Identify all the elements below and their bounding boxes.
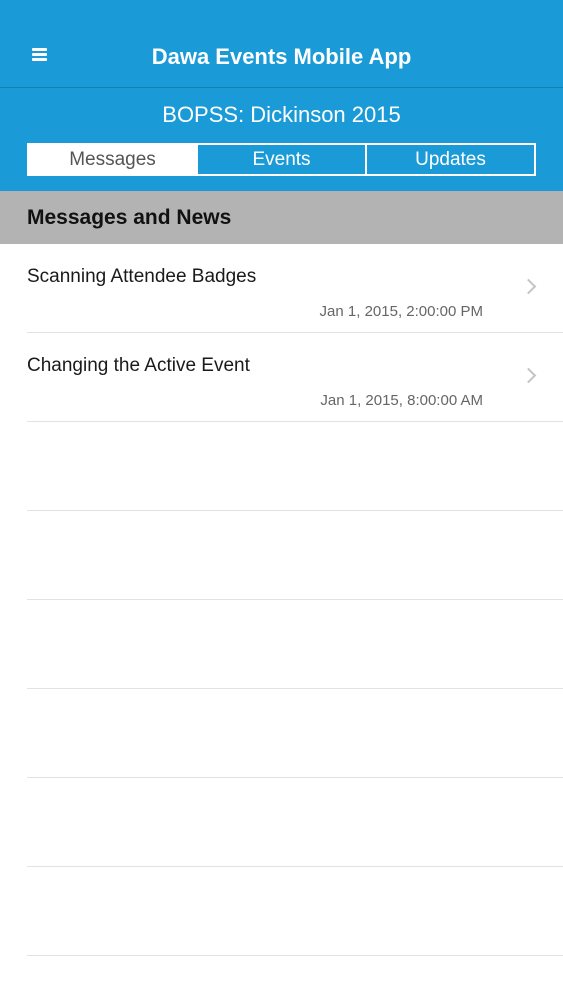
- app-title: Dawa Events Mobile App: [151, 44, 412, 69]
- chevron-right-icon: [520, 367, 537, 384]
- section-header: Messages and News: [0, 191, 563, 244]
- message-date: Jan 1, 2015, 8:00:00 AM: [320, 392, 483, 409]
- empty-row: [27, 689, 563, 778]
- empty-row: [27, 422, 563, 511]
- message-list: Scanning Attendee Badges Jan 1, 2015, 2:…: [0, 244, 563, 956]
- empty-row: [27, 600, 563, 689]
- message-title: Scanning Attendee Badges: [27, 266, 257, 287]
- empty-row: [27, 511, 563, 600]
- empty-row: [27, 778, 563, 867]
- chevron-right-icon: [520, 278, 537, 295]
- message-date: Jan 1, 2015, 2:00:00 PM: [319, 303, 483, 320]
- empty-row: [27, 867, 563, 956]
- tab-updates[interactable]: Updates: [365, 145, 534, 174]
- section-title: Messages and News: [27, 206, 232, 229]
- event-bar: BOPSS: Dickinson 2015 Messages Events Up…: [0, 88, 563, 191]
- event-name: BOPSS: Dickinson 2015: [162, 102, 401, 127]
- tab-messages[interactable]: Messages: [29, 145, 196, 174]
- message-row-changing-event[interactable]: Changing the Active Event Jan 1, 2015, 8…: [27, 333, 563, 422]
- tab-segmented-control: Messages Events Updates: [27, 143, 536, 176]
- message-row-scanning-badges[interactable]: Scanning Attendee Badges Jan 1, 2015, 2:…: [27, 244, 563, 333]
- navigation-bar: Dawa Events Mobile App: [0, 0, 563, 88]
- message-title: Changing the Active Event: [27, 355, 250, 376]
- tab-events[interactable]: Events: [196, 145, 365, 174]
